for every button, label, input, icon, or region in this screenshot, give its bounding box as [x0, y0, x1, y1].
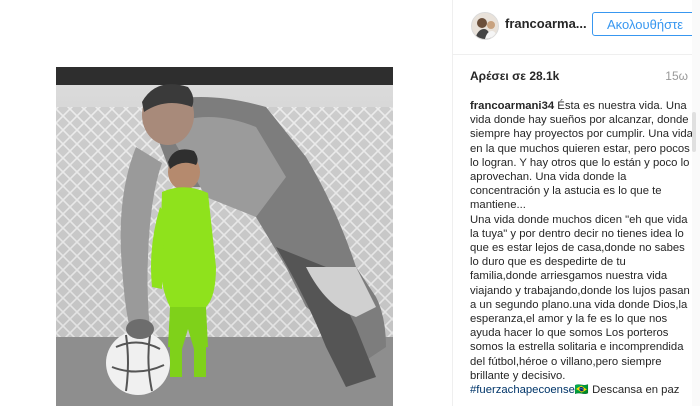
scrollbar-track[interactable]: [692, 0, 700, 406]
caption-text-first: Ésta es nuestra vida. Una vida donde hay…: [470, 100, 693, 212]
post-stats: Αρέσει σε 28.1k 15ω: [470, 69, 688, 85]
post-details-panel: francoarma... Ακολουθήστε Αρέσει σε 28.1…: [453, 0, 700, 406]
caption-username[interactable]: francoarmani34: [470, 100, 554, 112]
post-header: francoarma... Ακολουθήστε: [453, 0, 700, 55]
caption-text-end: Descansa en paz: [588, 384, 680, 397]
media-panel: [0, 0, 452, 406]
avatar-icon: [472, 13, 498, 39]
flag-emoji: 🇧🇷: [574, 384, 589, 397]
post-timestamp[interactable]: 15ω: [665, 69, 688, 83]
post-username[interactable]: francoarma...: [505, 16, 587, 31]
post-photo[interactable]: [56, 67, 393, 406]
post-caption: francoarmani34 Ésta es nuestra vida. Una…: [470, 99, 693, 397]
hashtag-link[interactable]: #fuerzachapecoense: [470, 384, 575, 396]
follow-button[interactable]: Ακολουθήστε: [592, 12, 698, 36]
goalkeeper-and-child-image: [56, 67, 393, 406]
avatar[interactable]: [471, 12, 499, 40]
likes-count[interactable]: Αρέσει σε 28.1k: [470, 69, 559, 83]
caption-text-second: Una vida donde muchos dicen "eh que vida…: [470, 213, 690, 382]
scrollbar-thumb[interactable]: [692, 112, 696, 152]
